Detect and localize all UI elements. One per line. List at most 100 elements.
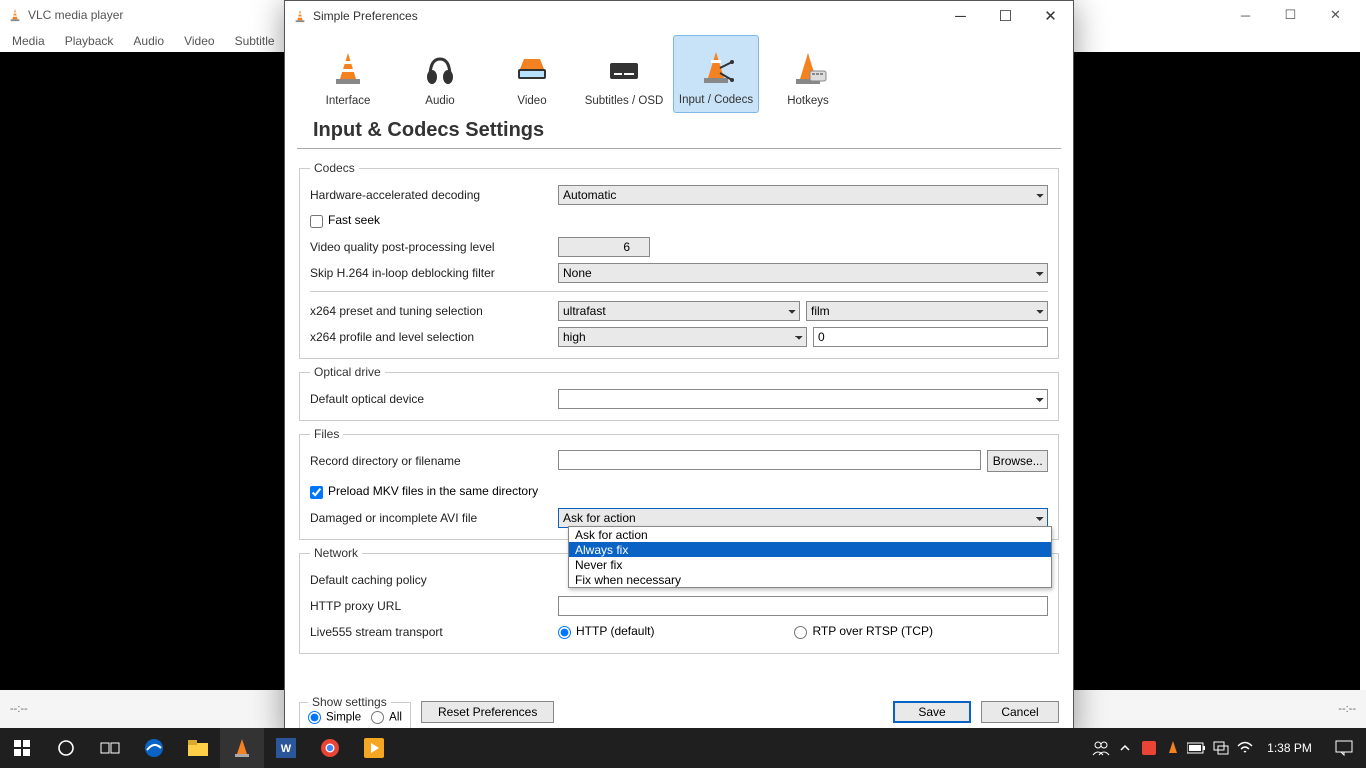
audio-icon bbox=[420, 49, 460, 89]
fast-seek-checkbox-label[interactable]: Fast seek bbox=[310, 213, 380, 227]
prefs-close-button[interactable]: ✕ bbox=[1028, 1, 1073, 31]
caching-label: Default caching policy bbox=[310, 573, 558, 587]
live555-http-radio-label[interactable]: HTTP (default) bbox=[558, 624, 654, 638]
preferences-dialog: Simple Preferences ─ ☐ ✕ Interface Audio… bbox=[284, 0, 1074, 740]
svg-text:W: W bbox=[281, 743, 292, 755]
live555-rtp-radio-label[interactable]: RTP over RTSP (TCP) bbox=[794, 624, 932, 638]
files-fieldset: Files Record directory or filename Brows… bbox=[299, 427, 1059, 540]
menu-playback[interactable]: Playback bbox=[65, 34, 114, 48]
menu-audio[interactable]: Audio bbox=[133, 34, 164, 48]
taskbar-app-explorer[interactable] bbox=[176, 728, 220, 768]
avi-option-never[interactable]: Never fix bbox=[569, 557, 1051, 572]
live555-rtp-radio[interactable] bbox=[794, 626, 807, 639]
cancel-button[interactable]: Cancel bbox=[981, 701, 1059, 723]
prefs-tabs: Interface Audio Video Subtitles / OSD In… bbox=[285, 31, 1073, 113]
action-center-icon[interactable] bbox=[1322, 728, 1366, 768]
avi-label: Damaged or incomplete AVI file bbox=[310, 511, 558, 525]
taskbar-app-media[interactable] bbox=[352, 728, 396, 768]
x264-tuning-select[interactable]: film bbox=[806, 301, 1048, 321]
avi-dropdown-list[interactable]: Ask for action Always fix Never fix Fix … bbox=[568, 526, 1052, 588]
tray-people-icon[interactable] bbox=[1089, 728, 1113, 768]
taskbar-app-word[interactable]: W bbox=[264, 728, 308, 768]
preload-mkv-checkbox[interactable] bbox=[310, 486, 323, 499]
tray-app-icon[interactable] bbox=[1137, 728, 1161, 768]
task-view-icon[interactable] bbox=[88, 728, 132, 768]
tray-battery-icon[interactable] bbox=[1185, 728, 1209, 768]
tray-wifi-icon[interactable] bbox=[1233, 728, 1257, 768]
tab-interface[interactable]: Interface bbox=[305, 35, 391, 113]
live555-http-radio[interactable] bbox=[558, 626, 571, 639]
avi-option-ask[interactable]: Ask for action bbox=[569, 527, 1051, 542]
vlc-title: VLC media player bbox=[28, 8, 123, 22]
skip-h264-label: Skip H.264 in-loop deblocking filter bbox=[310, 266, 558, 280]
preload-mkv-label[interactable]: Preload MKV files in the same directory bbox=[310, 484, 538, 498]
all-radio[interactable] bbox=[371, 711, 384, 724]
tab-label: Hotkeys bbox=[787, 95, 829, 107]
taskbar-app-chrome[interactable] bbox=[308, 728, 352, 768]
hw-decoding-label: Hardware-accelerated decoding bbox=[310, 188, 558, 202]
cortana-icon[interactable] bbox=[44, 728, 88, 768]
x264-level-input[interactable] bbox=[813, 327, 1048, 347]
record-dir-input[interactable] bbox=[558, 450, 981, 470]
x264-profile-select[interactable]: high bbox=[558, 327, 807, 347]
pp-level-label: Video quality post-processing level bbox=[310, 240, 558, 254]
avi-option-always[interactable]: Always fix bbox=[569, 542, 1051, 557]
simple-radio[interactable] bbox=[308, 711, 321, 724]
tab-label: Audio bbox=[425, 95, 454, 107]
tray-vlc-icon[interactable] bbox=[1161, 728, 1185, 768]
subtitles-icon bbox=[604, 49, 644, 89]
pp-level-spinner[interactable] bbox=[558, 237, 650, 257]
proxy-label: HTTP proxy URL bbox=[310, 599, 558, 613]
vlc-close-button[interactable]: ✕ bbox=[1313, 1, 1358, 29]
taskbar-app-edge[interactable] bbox=[132, 728, 176, 768]
vlc-cone-icon bbox=[8, 8, 22, 22]
files-legend: Files bbox=[310, 427, 343, 441]
vlc-maximize-button[interactable]: ☐ bbox=[1268, 1, 1313, 29]
prefs-maximize-button[interactable]: ☐ bbox=[983, 1, 1028, 31]
input-codecs-icon bbox=[696, 48, 736, 88]
simple-radio-label[interactable]: Simple bbox=[308, 711, 361, 724]
save-button[interactable]: Save bbox=[893, 701, 971, 723]
menu-media[interactable]: Media bbox=[12, 34, 45, 48]
tab-hotkeys[interactable]: Hotkeys bbox=[765, 35, 851, 113]
tray-network-icon[interactable] bbox=[1209, 728, 1233, 768]
tab-audio[interactable]: Audio bbox=[397, 35, 483, 113]
reset-preferences-button[interactable]: Reset Preferences bbox=[421, 701, 554, 723]
optical-fieldset: Optical drive Default optical device bbox=[299, 365, 1059, 421]
proxy-input[interactable] bbox=[558, 596, 1048, 616]
browse-button[interactable]: Browse... bbox=[987, 450, 1048, 472]
prefs-body: Codecs Hardware-accelerated decoding Aut… bbox=[285, 155, 1073, 693]
optical-device-select[interactable] bbox=[558, 389, 1048, 409]
tab-subtitles[interactable]: Subtitles / OSD bbox=[581, 35, 667, 113]
time-left: --:-- bbox=[10, 703, 28, 715]
start-button[interactable] bbox=[0, 728, 44, 768]
avi-select[interactable]: Ask for action bbox=[558, 508, 1048, 528]
prefs-minimize-button[interactable]: ─ bbox=[938, 1, 983, 31]
tab-input-codecs[interactable]: Input / Codecs bbox=[673, 35, 759, 113]
hw-decoding-select[interactable]: Automatic bbox=[558, 185, 1048, 205]
vlc-minimize-button[interactable]: ─ bbox=[1223, 1, 1268, 29]
live555-label: Live555 stream transport bbox=[310, 625, 558, 639]
skip-h264-select[interactable]: None bbox=[558, 263, 1048, 283]
x264-profile-label: x264 profile and level selection bbox=[310, 330, 558, 344]
x264-preset-select[interactable]: ultrafast bbox=[558, 301, 800, 321]
menu-video[interactable]: Video bbox=[184, 34, 214, 48]
prefs-title: Simple Preferences bbox=[313, 9, 418, 23]
tab-video[interactable]: Video bbox=[489, 35, 575, 113]
taskbar-clock[interactable]: 1:38 PM bbox=[1257, 741, 1322, 755]
hotkeys-icon bbox=[788, 49, 828, 89]
fast-seek-checkbox[interactable] bbox=[310, 215, 323, 228]
video-icon bbox=[512, 49, 552, 89]
menu-subtitle[interactable]: Subtitle bbox=[235, 34, 275, 48]
tab-label: Interface bbox=[326, 95, 371, 107]
tab-label: Subtitles / OSD bbox=[585, 95, 664, 107]
taskbar-app-vlc[interactable] bbox=[220, 728, 264, 768]
tray-chevron-icon[interactable] bbox=[1113, 728, 1137, 768]
optical-device-label: Default optical device bbox=[310, 392, 558, 406]
avi-option-fixwhen[interactable]: Fix when necessary bbox=[569, 572, 1051, 587]
all-radio-label[interactable]: All bbox=[371, 711, 402, 724]
network-legend: Network bbox=[310, 546, 362, 560]
interface-icon bbox=[328, 49, 368, 89]
x264-preset-label: x264 preset and tuning selection bbox=[310, 304, 558, 318]
show-settings-label: Show settings bbox=[308, 695, 391, 709]
